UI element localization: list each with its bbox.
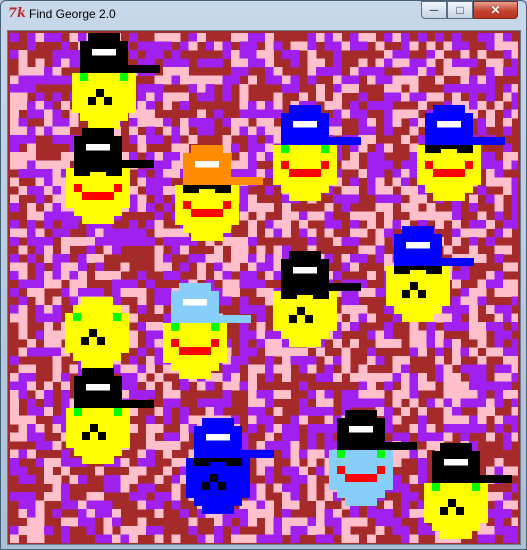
close-icon: ✕	[490, 3, 501, 17]
game-board[interactable]	[10, 33, 518, 543]
game-canvas-frame	[7, 30, 521, 545]
title-bar[interactable]: 7k Find George 2.0 ─ □ ✕	[1, 1, 526, 27]
app-window: 7k Find George 2.0 ─ □ ✕	[0, 0, 527, 550]
character-6[interactable]	[65, 297, 129, 369]
window-title: Find George 2.0	[29, 7, 116, 21]
maximize-button[interactable]: □	[447, 1, 473, 19]
close-button[interactable]: ✕	[473, 1, 518, 19]
maximize-icon: □	[456, 3, 464, 17]
minimize-button[interactable]: ─	[421, 1, 447, 19]
tk-feather-icon: 7k	[8, 6, 27, 21]
minimize-icon: ─	[429, 3, 439, 17]
